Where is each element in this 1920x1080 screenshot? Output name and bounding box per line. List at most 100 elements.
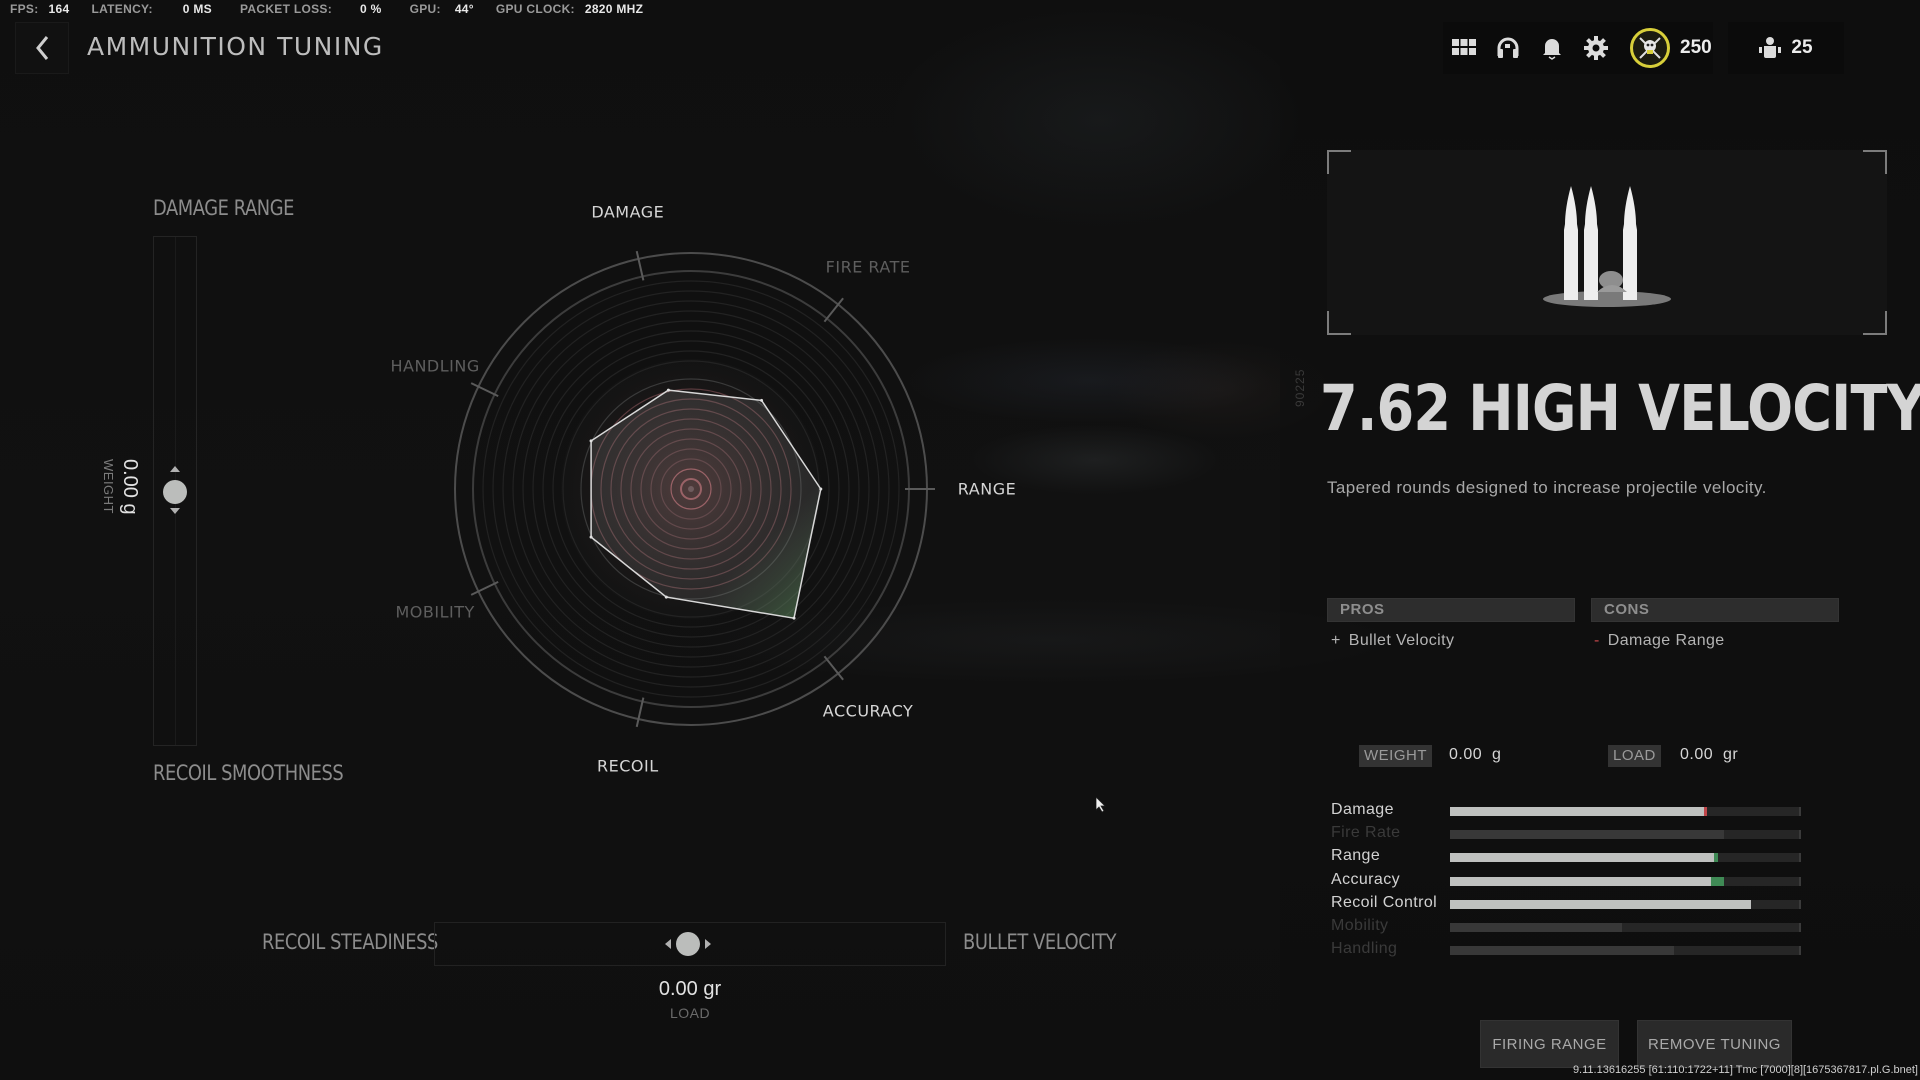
radar-axis-label-damage: DAMAGE [591, 202, 665, 222]
arrow-up-icon [170, 466, 180, 472]
perf-latency: LATENCY: 0 MS [91, 2, 212, 16]
item-title: 7.62 HIGH VELOCITY [1320, 372, 1920, 445]
perf-packet-loss: PACKET LOSS: 0 % [240, 2, 382, 16]
slider-left-label: RECOIL STEADINESS [262, 930, 438, 954]
stat-delta [1713, 853, 1719, 863]
perf-label: GPU: [409, 2, 441, 16]
stat-delta [1703, 807, 1708, 816]
pro-item: + Bullet Velocity [1331, 632, 1454, 650]
party-count: 25 [1791, 37, 1813, 58]
item-code: 90225 [1293, 368, 1307, 407]
cons-header: CONS [1591, 598, 1839, 622]
radar-axis-label-fire-rate: FIRE RATE [825, 257, 911, 277]
slider-knob [676, 932, 700, 956]
back-button[interactable] [15, 22, 69, 74]
arrow-down-icon [170, 508, 180, 514]
gear-icon[interactable] [1584, 36, 1608, 60]
perf-label: GPU CLOCK: [495, 2, 575, 16]
remove-tuning-button[interactable]: REMOVE TUNING [1637, 1020, 1792, 1068]
stat-delta [1711, 876, 1725, 886]
top-nav-bar: 250 [1443, 22, 1713, 74]
stat-row-accuracy: Accuracy [1331, 871, 1811, 891]
perf-value: 164 [48, 2, 70, 16]
item-preview [1327, 150, 1887, 335]
load-value: 0.00 gr [658, 978, 722, 1000]
stat-row-handling: Handling [1331, 940, 1811, 960]
load-caption: LOAD [669, 1005, 711, 1021]
perf-label: PACKET LOSS: [239, 2, 333, 16]
slider-bottom-label: RECOIL SMOOTHNESS [153, 761, 344, 785]
mouse-cursor-icon [1096, 797, 1106, 813]
perf-gpu: GPU: 44° [410, 2, 474, 16]
frame-corner [1327, 311, 1351, 335]
stat-track [1450, 853, 1801, 863]
performance-bar: FPS: 164 LATENCY: 0 MS PACKET LOSS: 0 % GPU… [10, 2, 665, 16]
perf-value: 0 MS [182, 2, 212, 16]
skull-emblem-icon[interactable] [1630, 28, 1670, 68]
pros-header: PROS [1327, 598, 1575, 622]
ammo-rounds-icon [1543, 186, 1671, 307]
frame-corner [1327, 150, 1351, 174]
weight-tag: WEIGHT [1359, 745, 1432, 767]
chevron-left-icon [36, 36, 49, 60]
perf-label: FPS: [10, 2, 39, 16]
stat-track [1450, 830, 1801, 840]
frame-corner [1863, 311, 1887, 335]
firing-range-button[interactable]: FIRING RANGE [1480, 1020, 1619, 1068]
frame-corner [1863, 150, 1887, 174]
stat-fill [1450, 946, 1674, 956]
load-summary-value: 0.00 gr [1680, 746, 1739, 763]
stat-fill [1450, 807, 1704, 816]
slider-knob [163, 480, 187, 504]
stat-label: Damage [1331, 801, 1394, 818]
cod-points-count: 250 [1680, 37, 1712, 58]
plus-sign: + [1331, 632, 1341, 649]
stat-fill [1450, 899, 1751, 909]
stat-fill [1450, 853, 1714, 863]
perf-fps: FPS: 164 [10, 2, 69, 16]
stat-row-damage: Damage [1331, 801, 1811, 821]
con-item: - Damage Range [1594, 632, 1725, 650]
radar-axis-label-mobility: MOBILITY [395, 602, 475, 622]
radar-axis-label-recoil: RECOIL [596, 756, 659, 776]
stat-row-fire-rate: Fire Rate [1331, 824, 1811, 844]
stat-label: Range [1331, 847, 1381, 865]
stat-fill [1450, 830, 1724, 840]
stat-fill [1450, 923, 1622, 932]
bell-icon[interactable] [1540, 36, 1564, 60]
slider-top-label: DAMAGE RANGE [153, 196, 294, 220]
headset-icon[interactable] [1496, 36, 1520, 60]
pro-text: Bullet Velocity [1348, 632, 1455, 649]
stat-track [1450, 899, 1801, 909]
party-button[interactable]: 25 [1728, 22, 1844, 74]
stat-row-range: Range [1331, 847, 1811, 867]
perf-value: 0 % [360, 2, 382, 16]
stat-track [1450, 807, 1801, 816]
stat-track [1450, 876, 1801, 886]
page-title: AMMUNITION TUNING [87, 32, 384, 61]
stat-fill [1450, 876, 1712, 886]
arrow-left-icon [665, 939, 671, 949]
stat-label: Accuracy [1331, 870, 1400, 888]
stat-label: Mobility [1331, 917, 1389, 934]
weight-slider-thumb[interactable] [161, 466, 189, 514]
grid-menu-icon[interactable] [1452, 36, 1476, 60]
perf-label: LATENCY: [91, 2, 153, 16]
stat-track [1450, 946, 1801, 956]
item-description: Tapered rounds designed to increase proj… [1327, 478, 1767, 497]
weight-summary-value: 0.00 g [1449, 746, 1502, 763]
radar-axis-label-range: RANGE [957, 479, 1017, 499]
perf-value: 44° [454, 2, 474, 16]
radar-axis-label-accuracy: ACCURACY [822, 701, 914, 721]
stat-label: Handling [1331, 940, 1398, 958]
minus-sign: - [1594, 632, 1600, 649]
load-slider-thumb[interactable] [664, 930, 712, 958]
stat-label: Fire Rate [1331, 824, 1401, 842]
build-string: 9.11.13616255 [61:110:1722+11] Tmc [7000… [1572, 1064, 1918, 1076]
load-tag: LOAD [1608, 745, 1661, 767]
stat-row-recoil-control: Recoil Control [1331, 894, 1811, 914]
arrow-right-icon [705, 939, 711, 949]
perf-gpu-clock: GPU CLOCK: 2820 MHZ [496, 2, 643, 16]
stat-track [1450, 923, 1801, 932]
weight-value: 0.00 g [119, 459, 141, 515]
